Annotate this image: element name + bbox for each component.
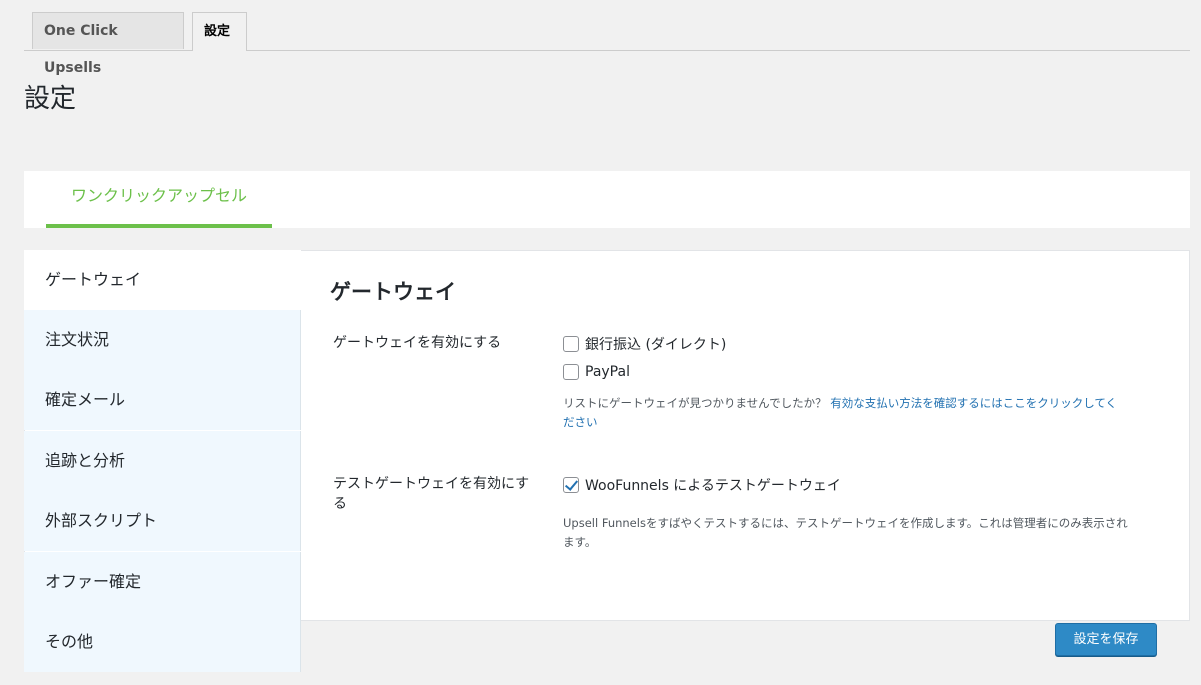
side-item-confirmation-email[interactable]: 確定メール <box>24 370 301 430</box>
tab-one-click-upsell-settings[interactable]: ワンクリックアップセル <box>46 171 272 228</box>
side-item-external-scripts[interactable]: 外部スクリプト <box>24 491 301 551</box>
gateway-option-bank-transfer[interactable]: 銀行振込 (ダイレクト) <box>563 334 726 354</box>
test-gateway-note: Upsell Funnelsをすばやくテストするには、テストゲートウェイを作成し… <box>563 516 1128 549</box>
top-nav-tabs: One Click Upsells 設定 <box>24 12 1190 76</box>
side-item-order-status[interactable]: 注文状況 <box>24 310 301 370</box>
test-gateway-option[interactable]: WooFunnels によるテストゲートウェイ <box>563 475 841 495</box>
side-item-offer-confirmation[interactable]: オファー確定 <box>24 552 301 612</box>
test-gateway-enable-label: テストゲートウェイを有効にする <box>333 476 530 512</box>
paypal-label: PayPal <box>585 364 630 380</box>
gateway-option-paypal[interactable]: PayPal <box>563 362 630 382</box>
test-gateway-label: WooFunnels によるテストゲートウェイ <box>585 478 841 494</box>
save-settings-button[interactable]: 設定を保存 <box>1055 623 1157 656</box>
side-menu: ゲートウェイ 注文状況 確定メール 追跡と分析 外部スクリプト オファー確定 そ… <box>24 250 301 673</box>
gateway-enable-label: ゲートウェイを有効にする <box>333 335 502 351</box>
side-item-tracking-analytics[interactable]: 追跡と分析 <box>24 431 301 491</box>
tab-settings[interactable]: 設定 <box>192 12 247 51</box>
bank-transfer-label: 銀行振込 (ダイレクト) <box>585 337 727 353</box>
section-title: ゲートウェイ <box>330 280 456 304</box>
bank-transfer-checkbox[interactable] <box>563 336 579 352</box>
page-title: 設定 <box>24 84 77 114</box>
side-item-gateway[interactable]: ゲートウェイ <box>24 250 301 310</box>
test-gateway-checkbox[interactable] <box>563 477 579 493</box>
paypal-checkbox[interactable] <box>563 364 579 380</box>
sub-tab-bar: ワンクリックアップセル <box>24 171 1190 228</box>
tab-one-click-upsells[interactable]: One Click Upsells <box>32 12 184 76</box>
side-item-other[interactable]: その他 <box>24 612 301 672</box>
gateway-note-text: リストにゲートウェイが見つかりませんでしたか？ <box>563 396 827 410</box>
gateway-help-note: リストにゲートウェイが見つかりませんでしたか？ 有効な支払い方法を確認するにはこ… <box>563 394 1163 432</box>
